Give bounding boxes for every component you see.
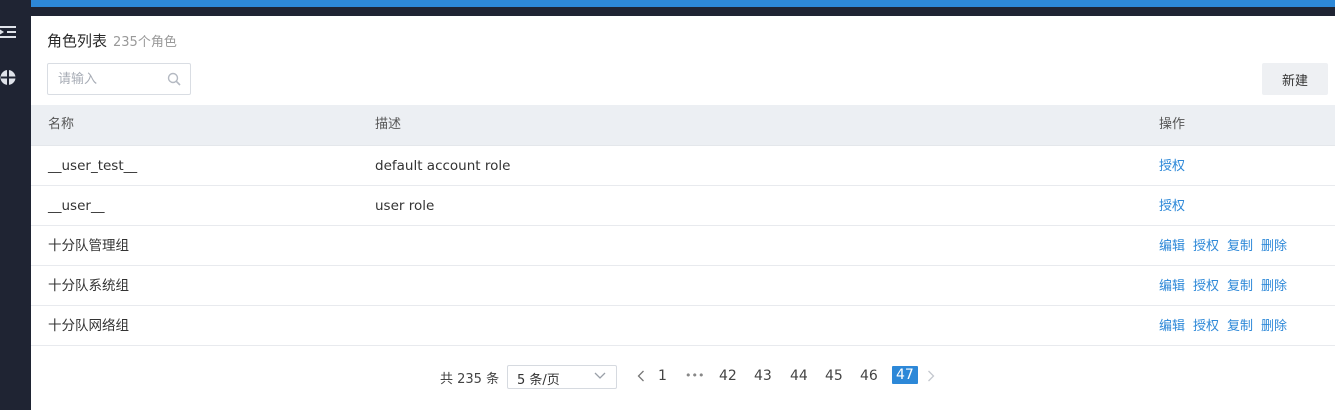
authorize-link[interactable]: 授权 — [1159, 199, 1185, 214]
authorize-link[interactable]: 授权 — [1193, 239, 1219, 254]
row-actions: 编辑 授权 复制 删除 — [1159, 226, 1295, 267]
page-47-current[interactable]: 47 — [892, 366, 918, 384]
role-name: 十分队管理组 — [48, 238, 129, 254]
search-icon[interactable] — [167, 72, 181, 86]
page-45[interactable]: 45 — [825, 368, 843, 384]
table-row: 十分队管理组 编辑 授权 复制 删除 — [31, 226, 1335, 266]
search-box — [47, 63, 191, 95]
table-row: __user__ user role 授权 — [31, 186, 1335, 226]
page-size-select[interactable]: 5 条/页 — [507, 365, 617, 389]
edit-link[interactable]: 编辑 — [1159, 279, 1185, 294]
delete-link[interactable]: 删除 — [1261, 319, 1287, 334]
dashboard-icon[interactable] — [0, 69, 17, 86]
column-header-name: 名称 — [48, 117, 75, 132]
role-description: default account role — [375, 158, 511, 174]
authorize-link[interactable]: 授权 — [1193, 279, 1219, 294]
copy-link[interactable]: 复制 — [1227, 319, 1253, 334]
top-accent-bar — [31, 0, 1335, 7]
page-43[interactable]: 43 — [754, 368, 772, 384]
delete-link[interactable]: 删除 — [1261, 239, 1287, 254]
edit-link[interactable]: 编辑 — [1159, 239, 1185, 254]
copy-link[interactable]: 复制 — [1227, 239, 1253, 254]
column-header-description: 描述 — [375, 117, 402, 132]
row-actions: 授权 — [1159, 186, 1193, 227]
new-role-button[interactable]: 新建 — [1262, 63, 1328, 95]
role-name: 十分队网络组 — [48, 318, 129, 334]
authorize-link[interactable]: 授权 — [1193, 319, 1219, 334]
role-list-panel: 角色列表 235个角色 新建 名称 描述 操作 __user_test__ def… — [31, 16, 1335, 410]
chevron-down-icon — [594, 372, 606, 379]
role-name: 十分队系统组 — [48, 278, 129, 294]
page-ellipsis[interactable]: ••• — [685, 369, 704, 382]
role-name: __user_test__ — [48, 158, 138, 174]
page-46[interactable]: 46 — [860, 368, 878, 384]
delete-link[interactable]: 删除 — [1261, 279, 1287, 294]
table-row: 十分队系统组 编辑 授权 复制 删除 — [31, 266, 1335, 306]
column-header-actions: 操作 — [1159, 117, 1186, 132]
row-actions: 授权 — [1159, 146, 1193, 187]
row-actions: 编辑 授权 复制 删除 — [1159, 306, 1295, 347]
role-name: __user__ — [48, 198, 105, 214]
role-count: 235个角色 — [113, 35, 177, 50]
page-1[interactable]: 1 — [658, 368, 667, 384]
sidebar — [0, 0, 31, 410]
table-header: 名称 描述 操作 — [31, 105, 1335, 146]
row-actions: 编辑 授权 复制 删除 — [1159, 266, 1295, 307]
table-row: 十分队网络组 编辑 授权 复制 删除 — [31, 306, 1335, 346]
table-row: __user_test__ default account role 授权 — [31, 146, 1335, 186]
page-size-value: 5 条/页 — [517, 373, 560, 388]
page-header: 角色列表 235个角色 — [47, 30, 177, 51]
edit-link[interactable]: 编辑 — [1159, 319, 1185, 334]
pagination: 共 235 条 5 条/页 1 ••• 42 43 44 45 46 47 — [31, 365, 1335, 389]
search-input[interactable] — [58, 70, 158, 88]
total-count: 共 235 条 — [440, 372, 500, 387]
authorize-link[interactable]: 授权 — [1159, 159, 1185, 174]
copy-link[interactable]: 复制 — [1227, 279, 1253, 294]
role-description: user role — [375, 198, 435, 214]
next-page-icon[interactable] — [927, 370, 935, 382]
menu-indent-icon[interactable] — [0, 24, 17, 41]
page-42[interactable]: 42 — [719, 368, 737, 384]
page-44[interactable]: 44 — [790, 368, 808, 384]
prev-page-icon[interactable] — [637, 370, 645, 382]
page-title: 角色列表 — [47, 32, 108, 50]
